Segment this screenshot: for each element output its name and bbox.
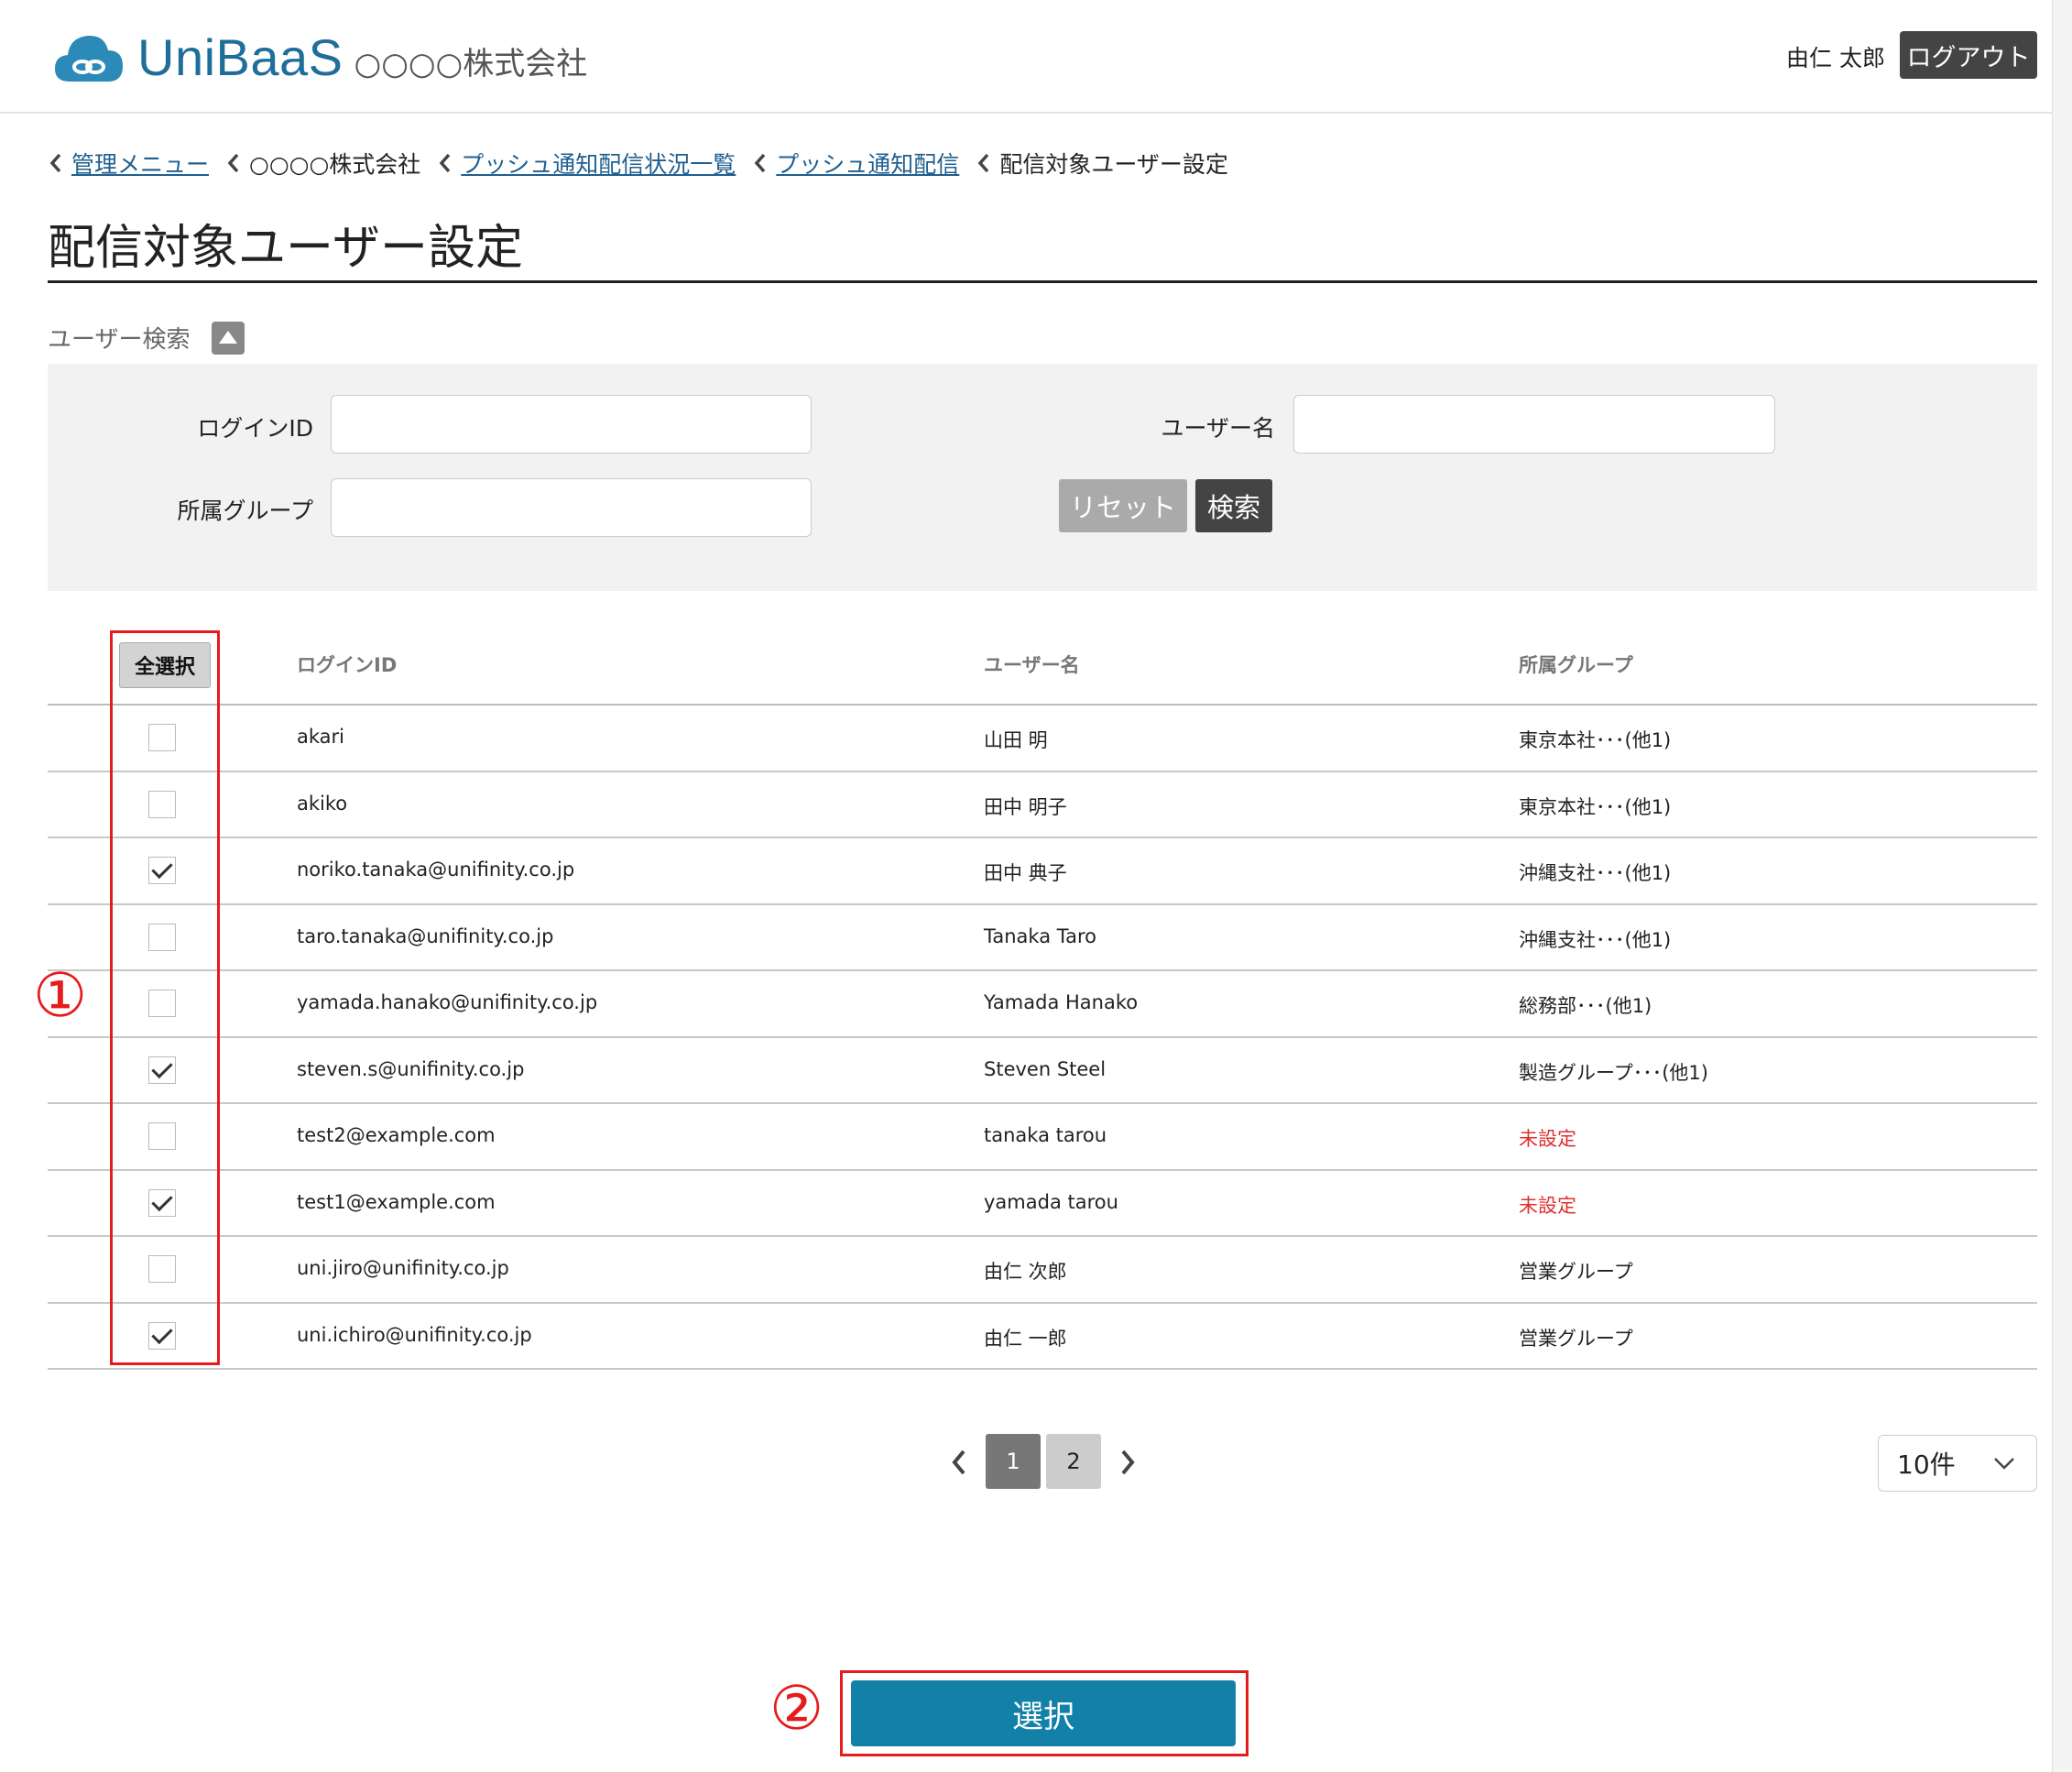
table-row: uni.jiro@unifinity.co.jp 由仁 次郎 営業グループ xyxy=(48,1237,2037,1304)
per-page-value: 10件 xyxy=(1897,1449,1956,1480)
column-header-user-name: ユーザー名 xyxy=(984,654,1080,676)
reset-button[interactable]: リセット xyxy=(1059,479,1187,532)
user-search-toggle[interactable]: ユーザー検索 xyxy=(48,321,245,355)
annotation-marker-1: ① xyxy=(33,960,88,1031)
cell-login-id: yamada.hanako@unifinity.co.jp xyxy=(297,991,598,1013)
chevron-left-icon xyxy=(227,153,239,173)
company-name: ○○○○株式会社 xyxy=(354,46,588,82)
cell-user-name: yamada tarou xyxy=(984,1190,1118,1213)
cell-group: 営業グループ xyxy=(1519,1261,1633,1283)
table-row: steven.s@unifinity.co.jp Steven Steel 製造グル… xyxy=(48,1038,2037,1104)
cell-user-name: 由仁 次郎 xyxy=(984,1261,1067,1283)
breadcrumb-item[interactable]: プッシュ通知配信 xyxy=(750,147,959,180)
brand-name: UniBaaS xyxy=(137,28,344,86)
cell-login-id: akiko xyxy=(297,792,348,815)
breadcrumb-link-admin-menu[interactable]: 管理メニュー xyxy=(71,147,209,180)
table-row: taro.tanaka@unifinity.co.jp Tanaka Taro 沖縄… xyxy=(48,905,2037,971)
breadcrumb-text-company: ○○○○株式会社 xyxy=(249,151,421,178)
chevron-left-icon[interactable] xyxy=(947,1446,971,1479)
column-header-login-id: ログインID xyxy=(297,654,398,676)
cell-user-name: 田中 典子 xyxy=(984,862,1067,884)
logout-button[interactable]: ログアウト xyxy=(1900,31,2037,79)
chevron-right-icon[interactable] xyxy=(1116,1446,1140,1479)
cell-group: 沖縄支社･･･(他1) xyxy=(1519,928,1672,951)
breadcrumb-item: ○○○○株式会社 xyxy=(224,147,420,180)
collapse-up-icon[interactable] xyxy=(212,321,245,355)
table-body: akari 山田 明東京本社･･･(他1) akiko 田中 明子 東京本社･･･(他1… xyxy=(48,706,2037,1370)
cell-login-id: steven.s@unifinity.co.jp xyxy=(297,1057,525,1080)
breadcrumb-item[interactable]: プッシュ通知配信状況一覧 xyxy=(435,147,736,180)
cell-login-id: test2@example.com xyxy=(297,1124,496,1146)
group-label: 所属グループ xyxy=(177,498,313,524)
cell-group: 総務部･･･(他1) xyxy=(1519,995,1652,1017)
table-row: akiko 田中 明子 東京本社･･･(他1) xyxy=(48,772,2037,838)
breadcrumb-link-push-status-list[interactable]: プッシュ通知配信状況一覧 xyxy=(461,147,736,180)
annotation-box-checkboxes xyxy=(110,630,220,1365)
cell-group: 東京本社･･･(他1) xyxy=(1519,795,1672,818)
login-id-input[interactable] xyxy=(331,395,812,454)
table-row: uni.ichiro@unifinity.co.jp 由仁 一郎 営業グループ xyxy=(48,1304,2037,1370)
cell-group: 沖縄支社･･･(他1) xyxy=(1519,862,1672,884)
group-input[interactable] xyxy=(331,478,812,537)
app-header: UniBaaS ○○○○株式会社 由仁 太郎 ログアウト xyxy=(0,0,2052,114)
cell-user-name: 田中 明子 xyxy=(984,795,1067,818)
cell-group: 営業グループ xyxy=(1519,1327,1633,1350)
user-search-label: ユーザー検索 xyxy=(48,326,191,354)
breadcrumb: 管理メニュー ○○○○株式会社 プッシュ通知配信状況一覧 プッシュ通知配信 配信… xyxy=(46,147,1243,180)
cell-group: 未設定 xyxy=(1519,1128,1576,1150)
cell-login-id: noriko.tanaka@unifinity.co.jp xyxy=(297,859,575,881)
cell-user-name: Yamada Hanako xyxy=(984,991,1139,1013)
cell-user-name: Tanaka Taro xyxy=(984,924,1096,947)
chevron-left-icon xyxy=(439,153,451,173)
cell-user-name: tanaka tarou xyxy=(984,1124,1107,1146)
page-title: 配信対象ユーザー設定 xyxy=(48,221,523,276)
breadcrumb-item[interactable]: 管理メニュー xyxy=(46,147,209,180)
chevron-left-icon xyxy=(977,153,989,173)
table-row: test1@example.com yamada tarou 未設定 xyxy=(48,1171,2037,1237)
cell-login-id: uni.ichiro@unifinity.co.jp xyxy=(297,1323,532,1346)
table-row: akari 山田 明 東京本社･･･(他1) xyxy=(48,706,2037,772)
cell-group: 東京本社･･･(他1) xyxy=(1519,729,1672,751)
breadcrumb-item: 配信対象ユーザー設定 xyxy=(974,147,1228,180)
logo[interactable]: UniBaaS ○○○○株式会社 xyxy=(53,27,587,87)
page-button-2[interactable]: 2 xyxy=(1046,1434,1101,1489)
cell-login-id: akari xyxy=(297,726,344,748)
user-name-input[interactable] xyxy=(1293,395,1775,454)
cell-group: 製造グループ･･･(他1) xyxy=(1519,1061,1708,1084)
cell-login-id: uni.jiro@unifinity.co.jp xyxy=(297,1257,509,1279)
cell-user-name: Steven Steel xyxy=(984,1057,1107,1080)
cell-group: 未設定 xyxy=(1519,1194,1576,1217)
title-divider xyxy=(48,280,2037,283)
chevron-left-icon xyxy=(754,153,766,173)
breadcrumb-link-push-delivery[interactable]: プッシュ通知配信 xyxy=(776,147,959,180)
chevron-down-icon xyxy=(1994,1458,2014,1470)
chevron-left-icon xyxy=(49,153,61,173)
user-table: 全選択 ログインID ユーザー名 所属グループ akari 山田 明東京本社･･･… xyxy=(48,629,2037,1370)
cell-user-name: 山田 明 xyxy=(984,729,1048,751)
table-row: noriko.tanaka@unifinity.co.jp 田中 典子 沖縄支社･･… xyxy=(48,838,2037,905)
cell-login-id: taro.tanaka@unifinity.co.jp xyxy=(297,924,554,947)
breadcrumb-current: 配信対象ユーザー設定 xyxy=(999,151,1228,178)
table-row: test2@example.com tanaka tarou 未設定 xyxy=(48,1104,2037,1171)
cell-login-id: test1@example.com xyxy=(297,1190,496,1213)
table-header: 全選択 ログインID ユーザー名 所属グループ xyxy=(48,629,2037,706)
per-page-select[interactable]: 10件 xyxy=(1878,1435,2037,1492)
search-button[interactable]: 検索 xyxy=(1195,479,1272,532)
current-user-name: 由仁 太郎 xyxy=(1786,45,1885,71)
login-id-label: ログインID xyxy=(197,415,313,442)
page-button-1[interactable]: 1 xyxy=(986,1434,1041,1489)
column-header-group: 所属グループ xyxy=(1519,654,1633,676)
user-name-label: ユーザー名 xyxy=(1161,415,1275,442)
table-row: yamada.hanako@unifinity.co.jp Yamada Hana… xyxy=(48,971,2037,1038)
annotation-marker-2: ② xyxy=(769,1673,824,1744)
scrollbar[interactable] xyxy=(2052,0,2072,1772)
cell-user-name: 由仁 一郎 xyxy=(984,1327,1067,1350)
select-button[interactable]: 選択 xyxy=(851,1680,1236,1746)
cloud-link-icon xyxy=(53,30,125,85)
